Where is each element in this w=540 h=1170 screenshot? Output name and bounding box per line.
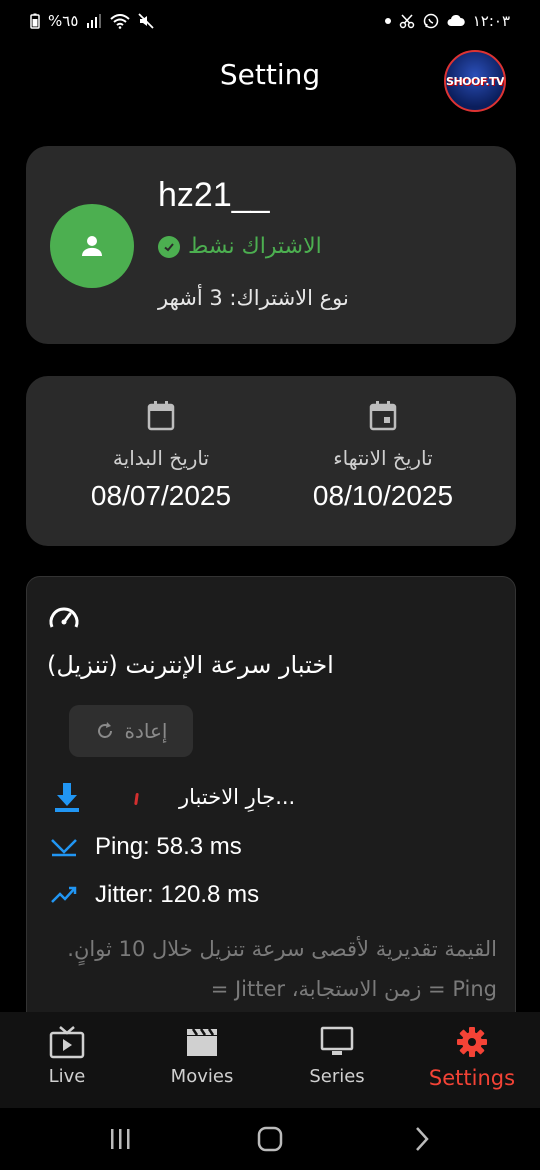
- whatsapp-icon: [423, 13, 438, 29]
- wifi-icon: [110, 13, 131, 29]
- end-date-value: 08/10/2025: [312, 480, 454, 511]
- ping-value: Ping: 58.3 ms: [95, 833, 242, 860]
- jitter-icon: [51, 886, 77, 903]
- calendar-event-icon: [369, 401, 397, 431]
- subscription-type: نوع الاشتراك: 3 أشهر: [158, 286, 349, 310]
- calendar-icon: [147, 401, 175, 431]
- user-icon: [82, 236, 102, 256]
- status-left: %٦٥: [30, 12, 155, 30]
- status-bar: %٦٥ ١٢:٠٣: [0, 0, 540, 42]
- cloud-icon: [447, 15, 465, 26]
- bottom-nav: Live Movies Series Settings: [0, 1012, 540, 1108]
- mute-icon: [138, 13, 155, 29]
- retry-button[interactable]: إعادة: [69, 705, 193, 757]
- nav-settings[interactable]: Settings: [417, 1024, 527, 1090]
- end-date: تاريخ الانتهاء 08/10/2025: [273, 400, 493, 512]
- logo-text: SHOOF.TV: [446, 74, 504, 88]
- clock: ١٢:٠٣: [472, 12, 510, 30]
- nav-movies-label: Movies: [170, 1066, 234, 1087]
- start-date-value: 08/07/2025: [90, 480, 232, 511]
- home-button[interactable]: [250, 1122, 290, 1156]
- gear-icon: [457, 1027, 487, 1057]
- clapperboard-icon: [187, 1028, 217, 1056]
- nav-movies[interactable]: Movies: [147, 1024, 257, 1087]
- nav-live-label: Live: [48, 1066, 86, 1087]
- battery-icon: [30, 13, 40, 29]
- speed-test-title: اختبار سرعة الإنترنت (تنزيل): [47, 651, 334, 679]
- retry-label: إعادة: [124, 719, 168, 743]
- check-circle-icon: [158, 235, 180, 258]
- notification-dot-icon: [384, 18, 391, 24]
- back-button[interactable]: [402, 1122, 442, 1156]
- speedometer-icon: [49, 607, 79, 628]
- subscription-status: الاشتراك نشط: [158, 234, 322, 259]
- chevron-right-icon: [416, 1127, 429, 1151]
- avatar: [50, 204, 134, 288]
- tv-play-icon: [49, 1026, 85, 1059]
- test-progress: جارِ الاختبار...: [53, 781, 493, 813]
- jitter-value: Jitter: 120.8 ms: [95, 881, 260, 908]
- home-icon: [257, 1126, 283, 1152]
- refresh-icon: [97, 722, 112, 738]
- start-date: تاريخ البداية 08/07/2025: [51, 400, 271, 512]
- dates-card: تاريخ البداية 08/07/2025 تاريخ الانتهاء …: [26, 376, 516, 546]
- signal-icon: [87, 14, 102, 28]
- start-date-label: تاريخ البداية: [112, 446, 210, 470]
- status-text: الاشتراك نشط: [188, 234, 322, 259]
- speed-test-note: القيمة تقديرية لأقصى سرعة تنزيل خلال 10 …: [67, 937, 497, 1001]
- ping-metric: Ping: 58.3 ms: [49, 833, 242, 861]
- app-logo: SHOOF.TV: [444, 50, 506, 112]
- battery-percent: %٦٥: [48, 12, 79, 30]
- speed-test-card: اختبار سرعة الإنترنت (تنزيل) إعادة جارِ …: [26, 576, 516, 1036]
- nav-series-label: Series: [309, 1066, 365, 1087]
- recent-apps-icon: [111, 1129, 130, 1149]
- nav-series[interactable]: Series: [282, 1024, 392, 1087]
- loading-spinner-icon: [134, 792, 139, 806]
- monitor-icon: [320, 1026, 354, 1055]
- jitter-metric: Jitter: 120.8 ms: [49, 881, 259, 909]
- system-nav-bar: [0, 1108, 540, 1170]
- nav-settings-label: Settings: [428, 1066, 516, 1090]
- scissors-icon: [399, 14, 414, 29]
- nav-live[interactable]: Live: [12, 1024, 122, 1087]
- ping-icon: [51, 839, 77, 857]
- username: hz21__: [158, 176, 270, 214]
- recent-apps-button[interactable]: [100, 1122, 140, 1156]
- download-icon: [55, 783, 79, 812]
- profile-card: hz21__ الاشتراك نشط نوع الاشتراك: 3 أشهر: [26, 146, 516, 344]
- running-text: جارِ الاختبار...: [179, 785, 296, 809]
- end-date-label: تاريخ الانتهاء: [333, 446, 433, 470]
- status-right: ١٢:٠٣: [384, 12, 510, 30]
